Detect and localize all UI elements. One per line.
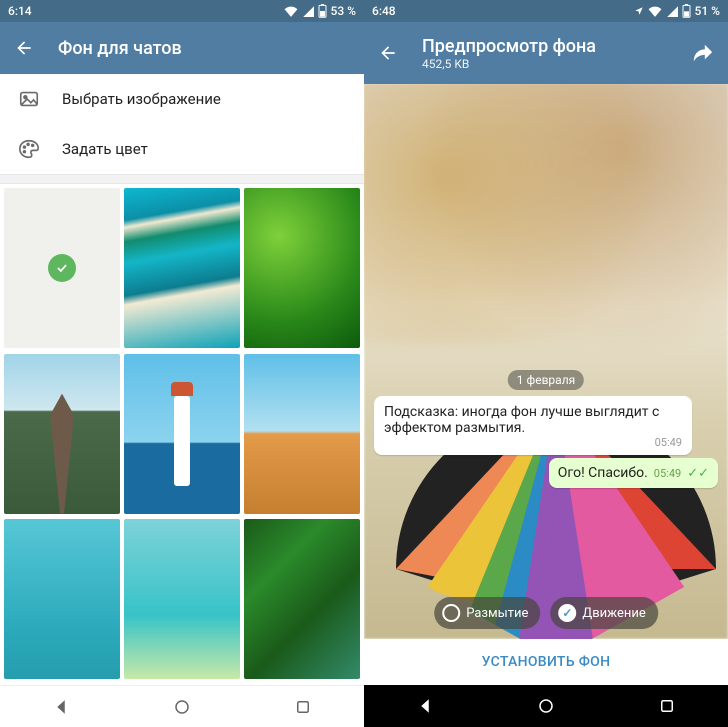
wallpaper-grid: [0, 184, 364, 685]
status-battery-text: 51 %: [695, 4, 720, 18]
appbar-title: Предпросмотр фона: [422, 36, 596, 57]
status-time: 6:48: [372, 4, 396, 18]
bubble-text: Ого! Спасибо.: [558, 465, 648, 481]
menu-list: Выбрать изображение Задать цвет: [0, 74, 364, 174]
bubble-time: 05:49: [384, 436, 682, 449]
date-chip: 1 февраля: [508, 370, 584, 390]
preview-options: Размытие ✓ Движение: [434, 597, 658, 629]
selected-check-icon: [48, 254, 76, 282]
wallpaper-thumb-default[interactable]: [4, 188, 120, 348]
app-bar: Предпросмотр фона 452,5 KB: [364, 22, 728, 84]
radio-on-icon: ✓: [558, 604, 576, 622]
wallpaper-thumb[interactable]: [4, 519, 120, 679]
divider: [0, 174, 364, 184]
nav-back-icon[interactable]: [52, 698, 70, 716]
chat-bubble-outgoing: Ого! Спасибо. 05:49 ✓✓: [549, 458, 718, 488]
toggle-label: Движение: [582, 606, 645, 621]
radio-off-icon: [442, 604, 460, 622]
wifi-icon: [284, 5, 298, 17]
apply-label: УСТАНОВИТЬ ФОН: [482, 654, 611, 670]
status-bar: 6:14 53 %: [0, 0, 364, 22]
toggle-motion[interactable]: ✓ Движение: [550, 597, 657, 629]
status-time: 6:14: [8, 4, 32, 18]
wallpaper-thumb[interactable]: [124, 354, 240, 514]
signal-icon: [666, 5, 678, 17]
status-battery-text: 53 %: [331, 4, 356, 18]
system-nav-bar: [364, 685, 728, 727]
nav-back-icon[interactable]: [416, 697, 434, 715]
toggle-label: Размытие: [466, 606, 528, 621]
nav-home-icon[interactable]: [173, 698, 191, 716]
wallpaper-preview: 1 февраля Подсказка: иногда фон лучше вы…: [364, 84, 728, 639]
status-icons: 51 %: [634, 4, 720, 18]
toggle-blur[interactable]: Размытие: [434, 597, 540, 629]
read-ticks-icon: ✓✓: [687, 466, 709, 481]
nav-recent-icon[interactable]: [294, 698, 312, 716]
menu-label: Задать цвет: [62, 140, 148, 158]
wallpaper-image: [364, 84, 728, 639]
screen-wallpaper-preview: 6:48 51 % Предпросмотр фона 452,5 KB: [364, 0, 728, 727]
wallpaper-thumb[interactable]: [124, 519, 240, 679]
status-bar: 6:48 51 %: [364, 0, 728, 22]
menu-label: Выбрать изображение: [62, 90, 221, 108]
wallpaper-thumb[interactable]: [244, 354, 360, 514]
share-icon[interactable]: [692, 42, 714, 64]
apply-button[interactable]: УСТАНОВИТЬ ФОН: [364, 639, 728, 685]
wallpaper-thumb[interactable]: [244, 519, 360, 679]
chat-bubble-incoming: Подсказка: иногда фон лучше выглядит с э…: [374, 396, 692, 455]
back-icon[interactable]: [378, 43, 398, 63]
appbar-title: Фон для чатов: [58, 38, 182, 59]
wallpaper-thumb[interactable]: [4, 354, 120, 514]
image-icon: [18, 88, 40, 110]
signal-icon: [302, 5, 314, 17]
status-icons: 53 %: [284, 4, 356, 18]
wifi-icon: [648, 5, 662, 17]
menu-choose-image[interactable]: Выбрать изображение: [0, 74, 364, 124]
back-icon[interactable]: [14, 38, 34, 58]
app-bar: Фон для чатов: [0, 22, 364, 74]
battery-icon: [318, 4, 327, 18]
bubble-text: Подсказка: иногда фон лучше выглядит с э…: [384, 404, 659, 436]
palette-icon: [18, 138, 40, 160]
location-icon: [634, 5, 644, 17]
wallpaper-thumb[interactable]: [124, 188, 240, 348]
nav-home-icon[interactable]: [537, 697, 555, 715]
wallpaper-thumb[interactable]: [244, 188, 360, 348]
system-nav-bar: [0, 685, 364, 727]
battery-icon: [682, 4, 691, 18]
menu-set-color[interactable]: Задать цвет: [0, 124, 364, 174]
bubble-time: 05:49: [654, 467, 681, 480]
appbar-subtitle: 452,5 KB: [422, 57, 596, 71]
nav-recent-icon[interactable]: [658, 697, 676, 715]
screen-wallpaper-list: 6:14 53 % Фон для чатов Выбрать изображе…: [0, 0, 364, 727]
